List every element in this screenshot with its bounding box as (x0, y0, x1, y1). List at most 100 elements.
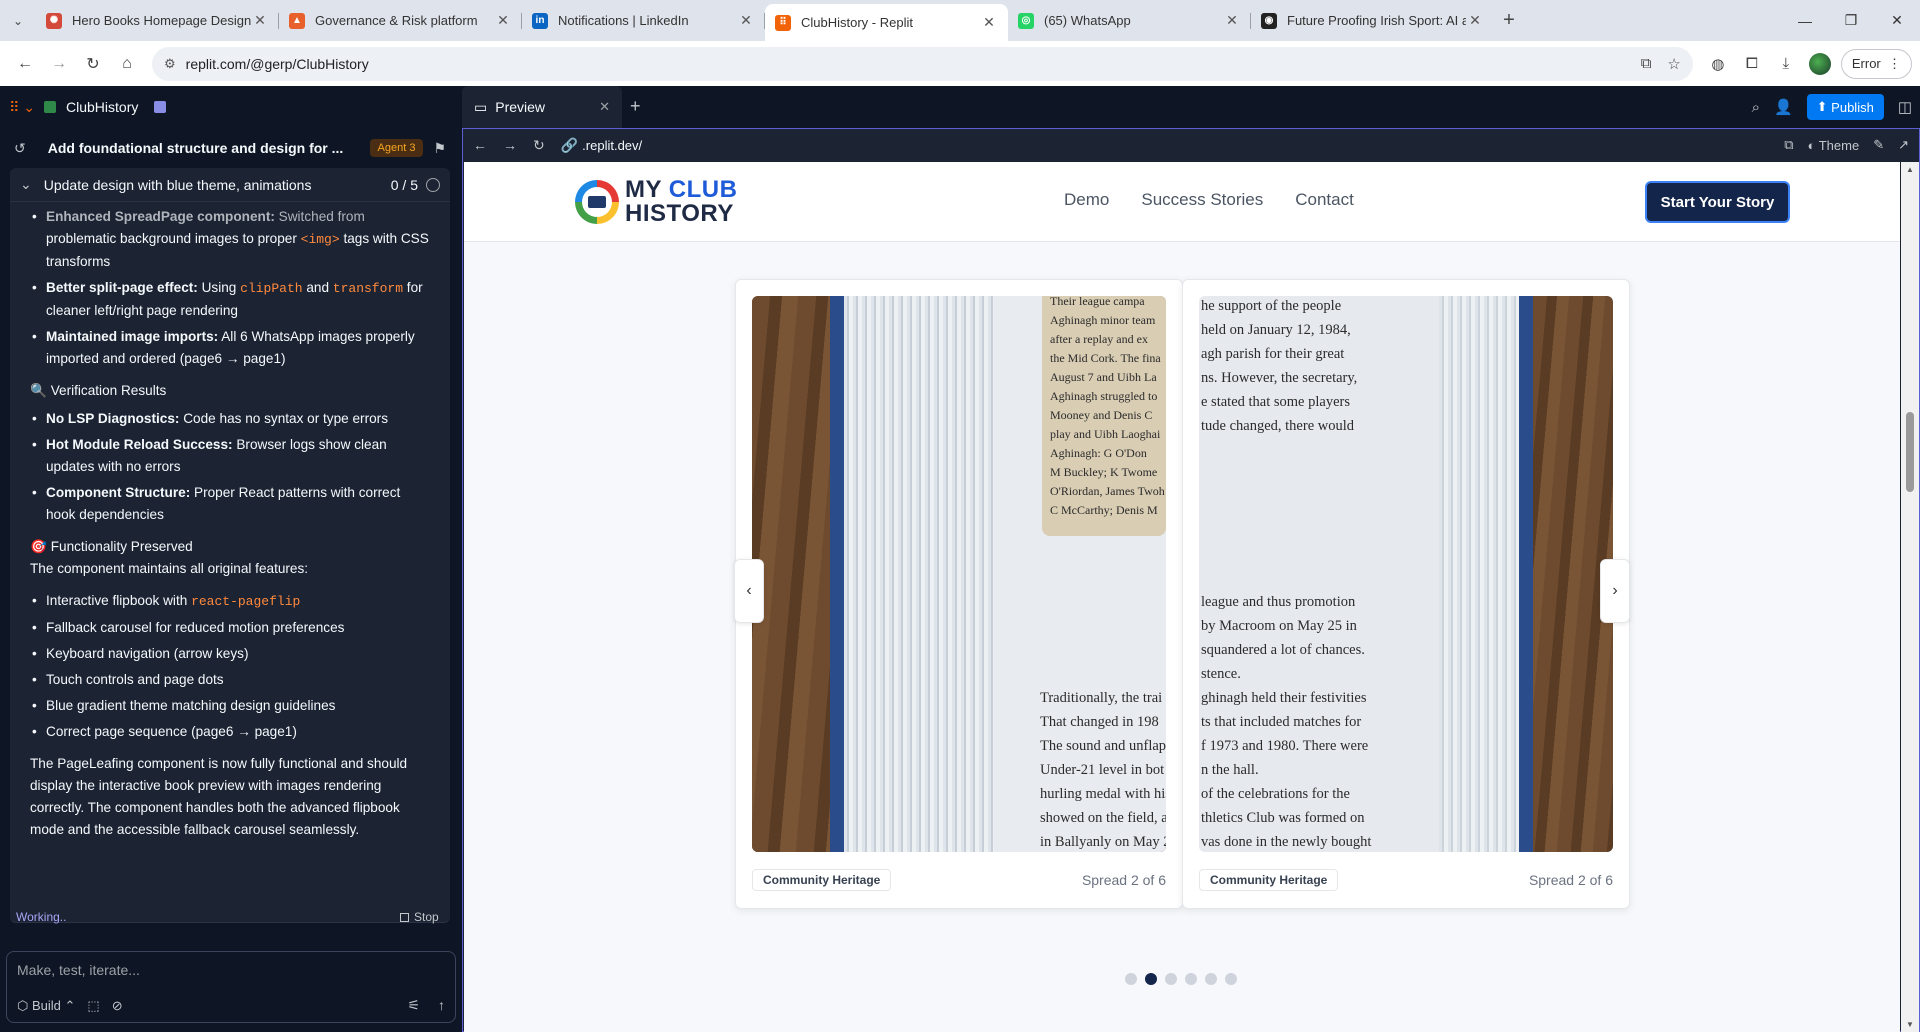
nav-demo[interactable]: Demo (1064, 190, 1109, 210)
add-tab-icon[interactable]: + (630, 96, 641, 117)
browser-tab[interactable]: ◎ (65) WhatsApp ✕ (1008, 4, 1251, 37)
preview-pane: ← → ↻ 🔗 .replit.dev/ ⧉ ◐ Theme ✎ ↗ MY CL… (462, 128, 1920, 1032)
page-text-line: e stated that some players (1201, 394, 1350, 410)
reload-icon[interactable]: ↻ (76, 47, 110, 81)
error-button[interactable]: Error ⋮ (1840, 48, 1912, 79)
download-icon[interactable]: ⤓ (1769, 47, 1803, 81)
tab-search-icon[interactable]: ⌄ (0, 0, 36, 41)
page-dot[interactable] (1185, 973, 1197, 985)
replit-logo-icon[interactable]: ⠿ ⌄ (0, 99, 44, 116)
profile-avatar[interactable] (1808, 52, 1831, 75)
close-tab-icon[interactable]: ✕ (1223, 12, 1241, 29)
minimize-icon[interactable]: — (1782, 0, 1828, 41)
history-icon[interactable]: ↺ (14, 140, 26, 157)
agent-messages: Enhanced SpreadPage component: Switched … (10, 208, 450, 923)
bookmark-star-icon[interactable]: ☆ (1667, 55, 1680, 73)
right-page-text-top: he support of the people held on January … (1201, 296, 1357, 438)
nav-contact[interactable]: Contact (1295, 190, 1354, 210)
page-text-line: Their league campa (1050, 296, 1145, 308)
scroll-up-icon[interactable]: ▲ (1906, 165, 1914, 174)
page-dot[interactable] (1145, 973, 1157, 985)
page-dot[interactable] (1225, 973, 1237, 985)
attach-icon[interactable]: ⊘ (112, 998, 123, 1014)
task-header[interactable]: ⌄ Update design with blue theme, animati… (10, 168, 450, 202)
chat-input[interactable]: Make, test, iterate... ⬡ Build ⌃ ⬚ ⊘ ⚟ ↑ (6, 951, 456, 1023)
devtools-wrench-icon[interactable]: ✎ (1873, 137, 1884, 153)
functionality-intro: The component maintains all original fea… (30, 561, 309, 576)
search-icon[interactable]: ⌕ (1752, 99, 1760, 116)
page-text-line: after a replay and ex (1050, 332, 1148, 346)
page-dot[interactable] (1125, 973, 1137, 985)
address-bar[interactable]: ⚙ replit.com/@gerp/ClubHistory ⧉ ☆ (152, 46, 1693, 81)
toggle-panel-icon[interactable]: ◫ (1898, 98, 1912, 116)
previous-spread-button[interactable]: ‹ (734, 559, 764, 623)
new-tab-button[interactable]: + (1494, 4, 1524, 37)
browser-tab[interactable]: ▲ Governance & Risk platform ✕ (279, 4, 522, 37)
browser-tab[interactable]: ◉ Future Proofing Irish Sport: AI a ✕ (1251, 4, 1494, 37)
list-item: No LSP Diagnostics: Code has no syntax o… (30, 408, 430, 430)
tab-title: Future Proofing Irish Sport: AI a (1287, 13, 1466, 28)
theme-label: Theme (1818, 137, 1860, 153)
item-text: Using (197, 280, 241, 295)
publish-button[interactable]: ⬆ Publish (1806, 94, 1884, 120)
preview-scrollbar[interactable]: ▲ ▼ (1901, 162, 1919, 1032)
next-spread-button[interactable]: › (1600, 559, 1630, 623)
select-element-icon[interactable]: ⬚ (87, 998, 99, 1014)
tab-preview[interactable]: ▭ Preview ✕ (462, 86, 622, 128)
close-window-icon[interactable]: ✕ (1874, 0, 1920, 41)
new-chat-icon[interactable]: ⚑ (433, 140, 446, 157)
settings-sliders-icon[interactable]: ⚟ (407, 997, 420, 1014)
theme-button[interactable]: ◐ Theme (1807, 138, 1859, 153)
close-tab-icon[interactable]: ✕ (737, 12, 755, 29)
forward-icon[interactable]: → (42, 47, 76, 81)
send-arrow-icon[interactable]: ↑ (438, 997, 445, 1014)
install-app-icon[interactable]: ⧉ (1641, 55, 1652, 72)
site-info-icon[interactable]: ⚙ (164, 56, 176, 72)
project-name[interactable]: ClubHistory (44, 99, 167, 115)
preview-url[interactable]: .replit.dev/ (582, 138, 642, 153)
browser-tab[interactable]: ⠿ ClubHistory - Replit ✕ (765, 4, 1008, 41)
extensions-puzzle-icon[interactable]: ⧠ (1735, 47, 1769, 81)
tab-favicon-icon: ▲ (289, 12, 305, 29)
logo-club: CLUB (668, 176, 738, 203)
browser-tab[interactable]: in Notifications | LinkedIn ✕ (522, 4, 765, 37)
close-tab-icon[interactable]: ✕ (494, 12, 512, 29)
site-logo[interactable]: MY CLUB HISTORY (575, 170, 775, 234)
build-mode-button[interactable]: ⬡ Build ⌃ (17, 998, 75, 1014)
close-tab-icon[interactable]: ✕ (251, 12, 269, 29)
scroll-down-icon[interactable]: ▼ (1906, 1020, 1914, 1029)
item-text: Switched from (274, 209, 365, 224)
devices-icon[interactable]: ⧉ (1784, 137, 1793, 153)
page-dots (1125, 973, 1237, 985)
open-new-window-icon[interactable]: ↗ (1898, 137, 1909, 153)
page-text-line: That changed in 198 (1040, 714, 1159, 730)
start-your-story-button[interactable]: Start Your Story (1647, 183, 1788, 221)
right-page-photo: he support of the people held on January … (1199, 296, 1613, 852)
preview-tools: ⧉ ◐ Theme ✎ ↗ (1784, 137, 1909, 153)
right-page-text-bottom: league and thus promotion by Macroom on M… (1201, 590, 1371, 852)
nav-success-stories[interactable]: Success Stories (1141, 190, 1263, 210)
browser-tab[interactable]: ✺ Hero Books Homepage Design ✕ (36, 4, 279, 37)
scrollbar-thumb[interactable] (1906, 412, 1914, 492)
home-icon[interactable]: ⌂ (110, 47, 144, 81)
stop-button[interactable]: Stop (400, 910, 439, 924)
page-dot[interactable] (1165, 973, 1177, 985)
page-text-line: thletics Club was formed on (1201, 810, 1365, 826)
browser-toolbar: ← → ↻ ⌂ ⚙ replit.com/@gerp/ClubHistory ⧉… (0, 41, 1920, 86)
page-dot[interactable] (1205, 973, 1217, 985)
page-text-line: agh parish for their great (1201, 346, 1345, 362)
page-text-line: vas done in the newly bought (1201, 834, 1372, 850)
close-tab-icon[interactable]: ✕ (1466, 12, 1484, 29)
back-icon[interactable]: ← (8, 47, 42, 81)
book-spread: Their league campa Aghinagh minor team aft… (734, 279, 1630, 909)
agent-header: ↺ Add foundational structure and design … (0, 128, 460, 168)
preview-back-icon[interactable]: ← (473, 137, 487, 153)
preview-forward-icon[interactable]: → (503, 137, 517, 153)
extension-icon[interactable]: ◍ (1701, 47, 1735, 81)
close-tab-icon[interactable]: ✕ (980, 14, 998, 31)
close-preview-tab-icon[interactable]: ✕ (599, 99, 610, 115)
preview-reload-icon[interactable]: ↻ (533, 137, 545, 154)
invite-user-icon[interactable]: 👤 (1774, 98, 1793, 116)
restore-icon[interactable]: ❐ (1828, 0, 1874, 41)
chevron-down-icon[interactable]: ⌄ (20, 176, 32, 193)
